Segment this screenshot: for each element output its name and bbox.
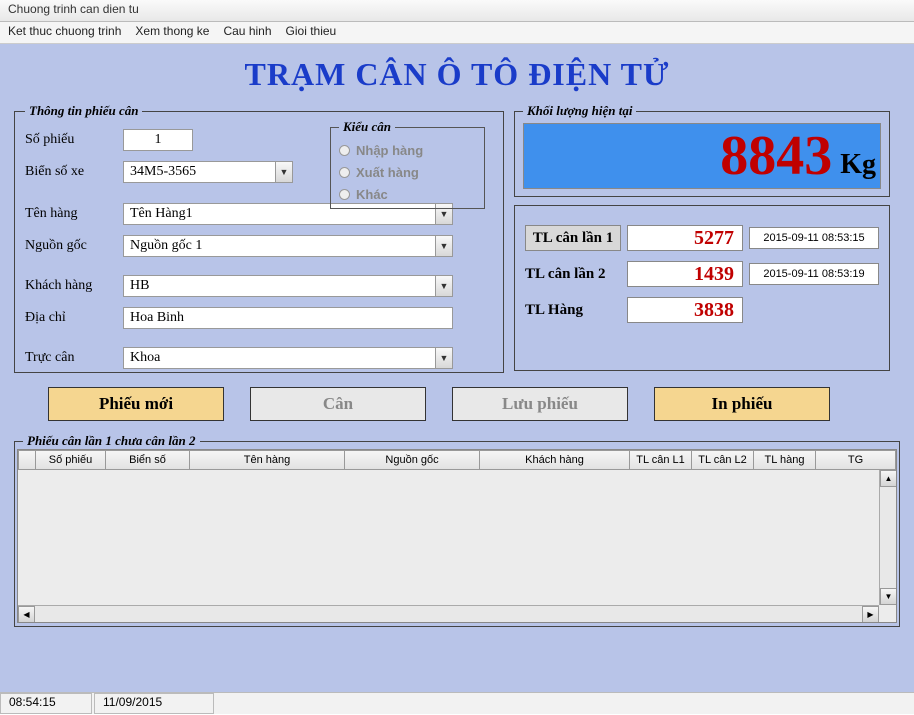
legend-info: Thông tin phiếu cân bbox=[25, 103, 142, 119]
col-tl2[interactable]: TL cân L2 bbox=[692, 450, 754, 470]
weight-display: 8843 Kg bbox=[523, 123, 881, 189]
combo-nguon-goc[interactable] bbox=[123, 235, 453, 257]
label-bien-so: Biển số xe bbox=[25, 164, 123, 180]
menu-xem[interactable]: Xem thong ke bbox=[135, 24, 209, 41]
combo-bien-so[interactable] bbox=[123, 161, 293, 183]
label-dia-chi: Địa chỉ bbox=[25, 310, 123, 326]
window-title: Chuong trinh can dien tu bbox=[0, 0, 914, 22]
col-tl1[interactable]: TL cân L1 bbox=[630, 450, 692, 470]
col-khach-hang[interactable]: Khách hàng bbox=[480, 450, 630, 470]
label-tl1: TL cân lần 1 bbox=[525, 225, 621, 251]
col-ten-hang[interactable]: Tên hàng bbox=[190, 450, 345, 470]
input-dia-chi[interactable] bbox=[123, 307, 453, 329]
radio-khac[interactable] bbox=[339, 189, 350, 200]
legend-weight: Khối lượng hiện tại bbox=[523, 103, 636, 119]
fieldset-weight: Khối lượng hiện tại 8843 Kg bbox=[514, 103, 890, 197]
legend-grid: Phiếu cân lần 1 chưa cân lần 2 bbox=[23, 433, 200, 449]
input-so-phieu[interactable] bbox=[123, 129, 193, 151]
label-truc-can: Trực cân bbox=[25, 350, 123, 366]
col-tg[interactable]: TG bbox=[816, 450, 896, 470]
legend-kieu: Kiểu cân bbox=[339, 119, 395, 135]
col-tl-hang[interactable]: TL hàng bbox=[754, 450, 816, 470]
menu-ket-thuc[interactable]: Ket thuc chuong trinh bbox=[8, 24, 121, 41]
value-tl1: 5277 bbox=[627, 225, 743, 251]
time-tl1: 2015-09-11 08:53:15 bbox=[749, 227, 879, 249]
scroll-right-icon[interactable]: ▶ bbox=[862, 606, 879, 623]
button-can[interactable]: Cân bbox=[250, 387, 426, 421]
weight-value: 8843 bbox=[720, 128, 832, 184]
fieldset-kieu-can: Kiểu cân Nhập hàng Xuất hàng Khác bbox=[330, 119, 485, 209]
page-title: TRẠM CÂN Ô TÔ ĐIỆN TỬ bbox=[14, 56, 900, 93]
label-xuat: Xuất hàng bbox=[356, 165, 419, 180]
col-bien-so[interactable]: Biển số bbox=[106, 450, 190, 470]
radio-xuat-hang[interactable] bbox=[339, 167, 350, 178]
button-phieu-moi[interactable]: Phiếu mới bbox=[48, 387, 224, 421]
col-nguon-goc[interactable]: Nguồn gốc bbox=[345, 450, 480, 470]
data-grid[interactable]: Số phiếu Biển số Tên hàng Nguồn gốc Khác… bbox=[17, 449, 897, 623]
scroll-up-icon[interactable]: ▲ bbox=[880, 470, 897, 487]
combo-khach-hang[interactable] bbox=[123, 275, 453, 297]
fieldset-tl: TL cân lần 1 5277 2015-09-11 08:53:15 TL… bbox=[514, 205, 890, 371]
fieldset-grid: Phiếu cân lần 1 chưa cân lần 2 Số phiếu … bbox=[14, 433, 900, 627]
scroll-left-icon[interactable]: ◀ bbox=[18, 606, 35, 623]
chevron-down-icon[interactable]: ▼ bbox=[435, 236, 452, 256]
col-so-phieu[interactable]: Số phiếu bbox=[36, 450, 106, 470]
scrollbar-vertical[interactable]: ▲ ▼ bbox=[879, 470, 896, 605]
scroll-down-icon[interactable]: ▼ bbox=[880, 588, 897, 605]
menu-cau-hinh[interactable]: Cau hinh bbox=[223, 24, 271, 41]
label-so-phieu: Số phiếu bbox=[25, 132, 123, 148]
chevron-down-icon[interactable]: ▼ bbox=[275, 162, 292, 182]
status-time: 08:54:15 bbox=[0, 693, 92, 714]
radio-nhap-hang[interactable] bbox=[339, 145, 350, 156]
menu-bar: Ket thuc chuong trinh Xem thong ke Cau h… bbox=[0, 22, 914, 44]
button-in-phieu[interactable]: In phiếu bbox=[654, 387, 830, 421]
label-tl-hang: TL Hàng bbox=[525, 302, 621, 319]
value-tl-hang: 3838 bbox=[627, 297, 743, 323]
chevron-down-icon[interactable]: ▼ bbox=[435, 276, 452, 296]
label-tl2: TL cân lần 2 bbox=[525, 266, 621, 283]
fieldset-info: Thông tin phiếu cân Số phiếu Biển số xe … bbox=[14, 103, 504, 373]
chevron-down-icon[interactable]: ▼ bbox=[435, 348, 452, 368]
menu-gioi-thieu[interactable]: Gioi thieu bbox=[286, 24, 337, 41]
label-khac: Khác bbox=[356, 187, 388, 202]
label-nhap: Nhập hàng bbox=[356, 143, 423, 158]
combo-truc-can[interactable] bbox=[123, 347, 453, 369]
grid-corner bbox=[18, 450, 36, 470]
label-khach-hang: Khách hàng bbox=[25, 278, 123, 294]
label-nguon-goc: Nguồn gốc bbox=[25, 238, 123, 254]
weight-unit: Kg bbox=[840, 149, 876, 181]
scrollbar-horizontal[interactable]: ◀ ▶ bbox=[18, 605, 879, 622]
button-luu-phieu[interactable]: Lưu phiếu bbox=[452, 387, 628, 421]
status-date: 11/09/2015 bbox=[94, 693, 214, 714]
label-ten-hang: Tên hàng bbox=[25, 206, 123, 222]
time-tl2: 2015-09-11 08:53:19 bbox=[749, 263, 879, 285]
value-tl2: 1439 bbox=[627, 261, 743, 287]
status-bar: 08:54:15 11/09/2015 bbox=[0, 692, 914, 714]
